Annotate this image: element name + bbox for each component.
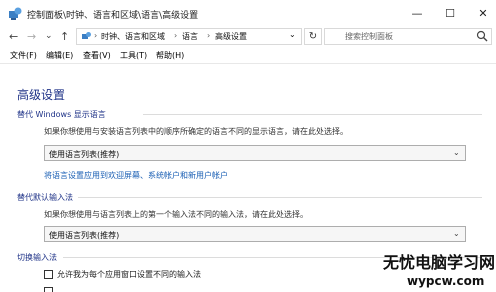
back-icon[interactable]: ←: [9, 30, 18, 43]
breadcrumb-item[interactable]: 高级设置: [215, 31, 247, 42]
address-dropdown-icon[interactable]: ⌄: [289, 30, 296, 39]
search-icon: [476, 30, 488, 42]
section-divider: [143, 114, 482, 115]
display-language-selected: 使用语言列表(推荐): [49, 150, 120, 159]
menu-file[interactable]: 文件(F): [10, 50, 37, 61]
recent-locations-icon[interactable]: ⌄: [45, 31, 53, 41]
control-panel-small-icon: [82, 32, 91, 39]
page-title: 高级设置: [17, 88, 66, 102]
display-language-heading: 替代 Windows 显示语言: [17, 110, 106, 119]
breadcrumb-item[interactable]: 时钟、语言和区域: [101, 31, 165, 42]
breadcrumb-separator: ›: [94, 31, 98, 40]
search-placeholder: 搜索控制面板: [345, 32, 393, 41]
switch-input-heading: 切换输入法: [17, 253, 57, 262]
second-checkbox[interactable]: [44, 287, 53, 292]
section-divider: [78, 197, 482, 198]
window-title: 控制面板\时钟、语言和区域\语言\高级设置: [27, 11, 199, 21]
refresh-button[interactable]: ↻: [304, 28, 322, 45]
breadcrumb-item[interactable]: 语言: [182, 31, 198, 42]
breadcrumb-separator: ›: [207, 31, 211, 40]
menu-tools[interactable]: 工具(T): [120, 50, 147, 61]
per-app-input-label: 允许我为每个应用窗口设置不同的输入法: [57, 270, 201, 279]
close-button[interactable]: ✕: [463, 0, 496, 27]
chevron-down-icon: ⌄: [453, 148, 460, 157]
forward-icon[interactable]: →: [27, 30, 36, 43]
input-method-heading: 替代默认输入法: [17, 193, 73, 202]
chevron-down-icon: ⌄: [453, 229, 460, 238]
control-panel-icon: [9, 7, 22, 20]
menu-view[interactable]: 查看(V): [83, 50, 111, 61]
menu-edit[interactable]: 编辑(E): [46, 50, 73, 61]
breadcrumb-separator: ›: [174, 31, 178, 40]
up-icon[interactable]: ↑: [60, 30, 69, 43]
per-app-input-checkbox[interactable]: [44, 270, 53, 279]
apply-language-settings-link[interactable]: 将语言设置应用到欢迎屏幕、系统帐户和新用户帐户: [44, 170, 228, 181]
input-method-selected: 使用语言列表(推荐): [49, 231, 120, 240]
refresh-icon: ↻: [308, 31, 318, 42]
site-watermark: 无忧电脑学习网 wypcw.com: [383, 249, 496, 292]
menu-help[interactable]: 帮助(H): [156, 50, 184, 61]
menu-bar: [0, 47, 496, 64]
watermark-line2: wypcw.com: [407, 274, 485, 288]
display-language-description: 如果你想使用与安装语言列表中的顺序所确定的语言不同的显示语言，请在此处选择。: [44, 127, 348, 136]
input-method-description: 如果你想使用与语言列表上的第一个输入法不同的输入法，请在此处选择。: [44, 210, 308, 219]
watermark-line1: 无忧电脑学习网: [383, 253, 496, 272]
